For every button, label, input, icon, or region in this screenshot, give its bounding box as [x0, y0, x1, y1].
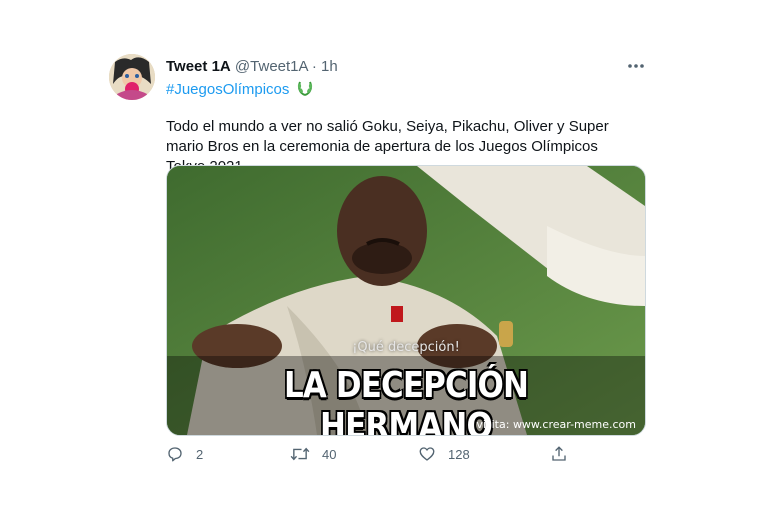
timestamp[interactable]: 1h — [321, 58, 338, 75]
display-name[interactable]: Tweet 1A — [166, 58, 231, 75]
hashtag-link[interactable]: #JuegosOlímpicos — [166, 81, 289, 98]
retweet-icon — [290, 447, 310, 461]
laurel-emoji-icon — [297, 81, 312, 96]
share-button[interactable] — [550, 445, 568, 463]
meme-watermark: visita: www.crear-meme.com — [476, 418, 636, 431]
tweet-media[interactable]: ¡Qué decepción! LA DECEPCIÓN HERMANO vis… — [166, 165, 646, 436]
more-options-button[interactable] — [624, 57, 648, 75]
user-handle[interactable]: @Tweet1A — [235, 58, 308, 75]
retweet-count: 40 — [322, 446, 337, 462]
reply-button[interactable]: 2 — [166, 445, 203, 463]
meme-caption-small: ¡Qué decepción! — [352, 340, 460, 355]
reply-count: 2 — [196, 446, 204, 462]
like-count: 128 — [448, 446, 470, 462]
share-icon — [552, 446, 566, 461]
tweet-header: Tweet 1A @Tweet1A · 1h — [166, 58, 338, 76]
heart-icon — [419, 447, 435, 461]
tweet-actions: 2 40 128 — [0, 445, 768, 467]
more-icon — [628, 64, 644, 68]
hashtag-line: #JuegosOlímpicos — [166, 79, 314, 99]
like-button[interactable]: 128 — [418, 445, 470, 463]
reply-icon — [168, 447, 182, 462]
tweet[interactable]: Tweet 1A @Tweet1A · 1h #JuegosOlímpicos … — [0, 0, 768, 512]
retweet-button[interactable]: 40 — [290, 445, 336, 463]
avatar[interactable] — [109, 54, 155, 100]
separator-dot: · — [311, 58, 317, 75]
avatar-image — [109, 54, 155, 100]
